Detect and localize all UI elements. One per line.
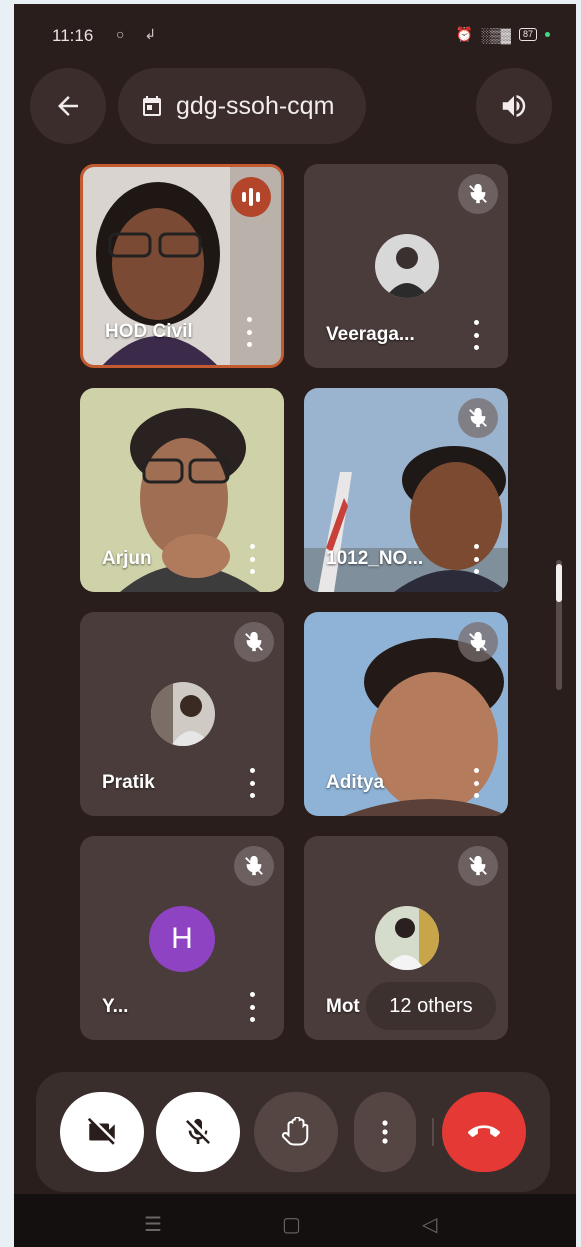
status-bar: 11:16 ○ ↲ ⏰ ░▒▓ 87	[14, 4, 576, 64]
recents-icon[interactable]: ☰	[144, 1212, 162, 1237]
mic-off-icon	[186, 1118, 210, 1144]
more-vert-icon[interactable]	[248, 544, 256, 574]
audio-output-button[interactable]	[476, 68, 552, 144]
participant-tile[interactable]: Pratik	[80, 612, 284, 816]
more-vert-icon[interactable]	[248, 992, 256, 1022]
mic-off-icon	[458, 398, 498, 438]
end-call-icon	[468, 1125, 500, 1138]
back-arrow-icon	[58, 96, 78, 116]
calendar-icon	[143, 96, 161, 116]
others-button[interactable]: 12 others	[366, 982, 496, 1030]
call-controls	[36, 1072, 550, 1192]
participant-tile[interactable]: 1012_NO...	[304, 388, 508, 592]
participant-name: Veeraga...	[326, 324, 415, 345]
signal-icon: ░▒▓	[480, 26, 511, 43]
participant-tile[interactable]: Aditya	[304, 612, 508, 816]
more-options-button[interactable]	[354, 1092, 416, 1172]
participant-name: HOD Civil	[105, 321, 193, 342]
more-vert-icon[interactable]	[248, 768, 256, 798]
participant-name: Arjun	[102, 548, 152, 569]
more-vert-icon[interactable]	[245, 317, 253, 347]
participant-tile[interactable]: Veeraga...	[304, 164, 508, 368]
participant-tile[interactable]: HOD Civil	[80, 164, 284, 368]
camera-toggle-button[interactable]	[60, 1092, 144, 1172]
participant-name: Y...	[102, 996, 129, 1017]
participant-name: 1012_NO...	[326, 548, 424, 569]
scrollbar[interactable]	[556, 560, 562, 690]
scrollbar-thumb[interactable]	[556, 564, 562, 602]
top-bar: gdg-ssoh-cqm	[14, 68, 576, 144]
more-vert-icon	[382, 1120, 388, 1144]
notification-icons: ○ ↲	[116, 26, 165, 42]
status-time: 11:16	[52, 26, 94, 45]
meeting-code: gdg-ssoh-cqm	[176, 91, 335, 120]
avatar	[375, 906, 439, 970]
participant-name: Mot	[326, 996, 360, 1017]
avatar	[151, 682, 215, 746]
alarm-icon: ⏰	[455, 26, 473, 42]
mic-off-icon	[458, 622, 498, 662]
mic-toggle-button[interactable]	[156, 1092, 240, 1172]
mic-off-icon	[458, 174, 498, 214]
avatar	[375, 234, 439, 298]
speaking-indicator-icon	[231, 177, 271, 217]
mic-off-icon	[234, 622, 274, 662]
meet-screen: 11:16 ○ ↲ ⏰ ░▒▓ 87 gdg-ssoh-cqm HOD Civi…	[14, 4, 576, 1247]
battery-icon: 87	[518, 28, 537, 41]
participant-tile[interactable]: Arjun	[80, 388, 284, 592]
participant-name: Pratik	[102, 772, 155, 793]
home-icon[interactable]: ▢	[282, 1212, 301, 1237]
hand-icon	[281, 1117, 309, 1146]
system-nav-bar: ☰ ▢ ◁	[14, 1194, 576, 1247]
mic-off-icon	[234, 846, 274, 886]
back-nav-icon[interactable]: ◁	[422, 1212, 437, 1237]
participant-name: Aditya	[326, 772, 385, 793]
camera-off-icon	[87, 1117, 115, 1145]
end-call-button[interactable]	[442, 1092, 526, 1172]
speaker-icon	[502, 95, 526, 117]
controls-divider	[432, 1118, 434, 1146]
raise-hand-button[interactable]	[254, 1092, 338, 1172]
mic-off-icon	[458, 846, 498, 886]
meeting-info-button[interactable]: gdg-ssoh-cqm	[118, 68, 366, 144]
camera-in-use-dot	[545, 32, 550, 37]
status-right: ⏰ ░▒▓ 87	[455, 26, 550, 43]
participant-tile[interactable]: H Y...	[80, 836, 284, 1040]
more-vert-icon[interactable]	[472, 544, 480, 574]
more-vert-icon[interactable]	[472, 320, 480, 350]
back-button[interactable]	[30, 68, 106, 144]
avatar: H	[149, 906, 215, 972]
more-vert-icon[interactable]	[472, 768, 480, 798]
